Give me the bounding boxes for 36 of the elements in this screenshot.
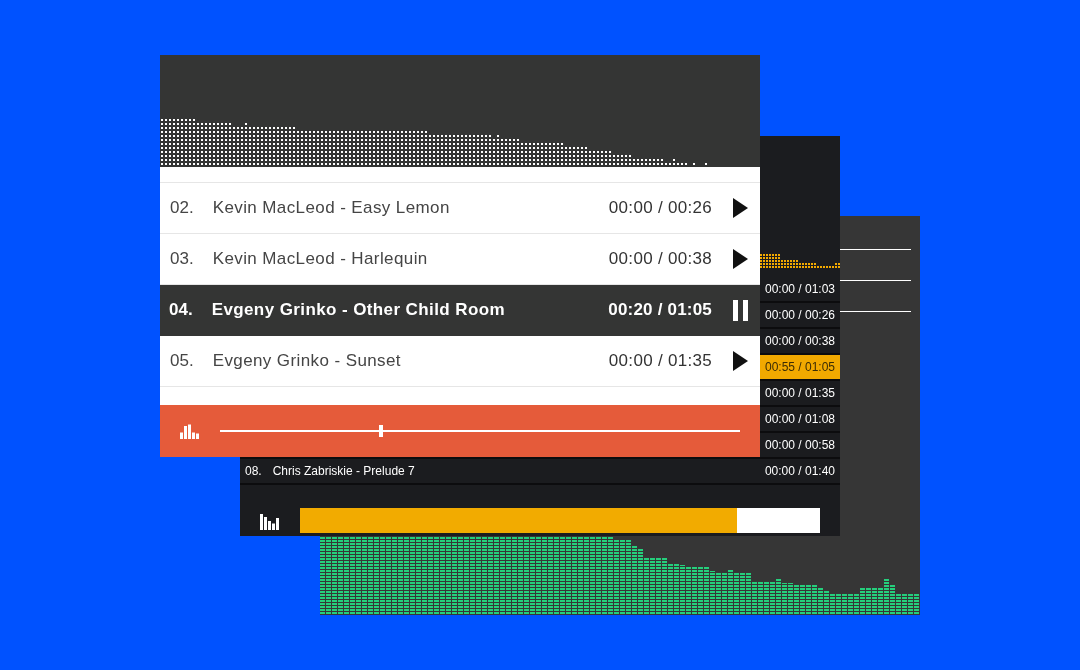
track-time: 00:00 / 01:35 [608,350,712,373]
progress-track[interactable] [300,508,820,533]
pause-icon [733,299,749,321]
track-time: 00:00 / 00:26 [763,307,837,324]
track-number: 08. [245,463,262,480]
play-button[interactable] [733,197,749,219]
track-number: 02. [170,197,194,220]
equalizer-icon[interactable] [260,514,279,530]
track-title: Evgeny Grinko - Other Child Room [211,299,505,322]
track-time: 00:00 / 01:40 [764,463,835,480]
track-title: Kevin MacLeod - Easy Lemon [212,197,450,220]
track-row[interactable]: 08. Chris Zabriskie - Prelude 7 00:00 / 01:40 [240,459,840,485]
track-time: 00:00 / 01:35 [763,385,837,402]
track-time: 00:55 / 01:05 [760,355,840,379]
play-icon [733,249,749,269]
seek-slider[interactable] [220,425,740,437]
track-title: Evgeny Grinko - Sunset [212,350,401,373]
track-time: 00:20 / 01:05 [608,299,712,322]
track-number: 05. [170,350,194,373]
track-number: 04. [169,299,193,322]
track-time: 00:00 / 01:03 [763,281,837,298]
track-time: 00:00 / 00:26 [608,197,712,220]
play-button[interactable] [733,248,749,270]
pause-button[interactable] [733,299,749,321]
play-icon [733,351,749,371]
track-row[interactable]: 04. Evgeny Grinko - Other Child Room 00:20 / 01:05 [160,285,760,336]
track-title: Chris Zabriskie - Prelude 7 [272,463,415,480]
track-time: 00:00 / 00:38 [608,248,712,271]
track-time: 00:00 / 01:08 [763,411,837,428]
track-title: Kevin MacLeod - Harlequin [212,248,428,271]
play-button[interactable] [733,350,749,372]
track-time: 00:00 / 00:58 [763,437,837,454]
track-number: 03. [170,248,194,271]
slider-thumb[interactable] [379,425,384,437]
play-icon [733,198,749,218]
track-time: 00:00 / 00:38 [763,333,837,350]
